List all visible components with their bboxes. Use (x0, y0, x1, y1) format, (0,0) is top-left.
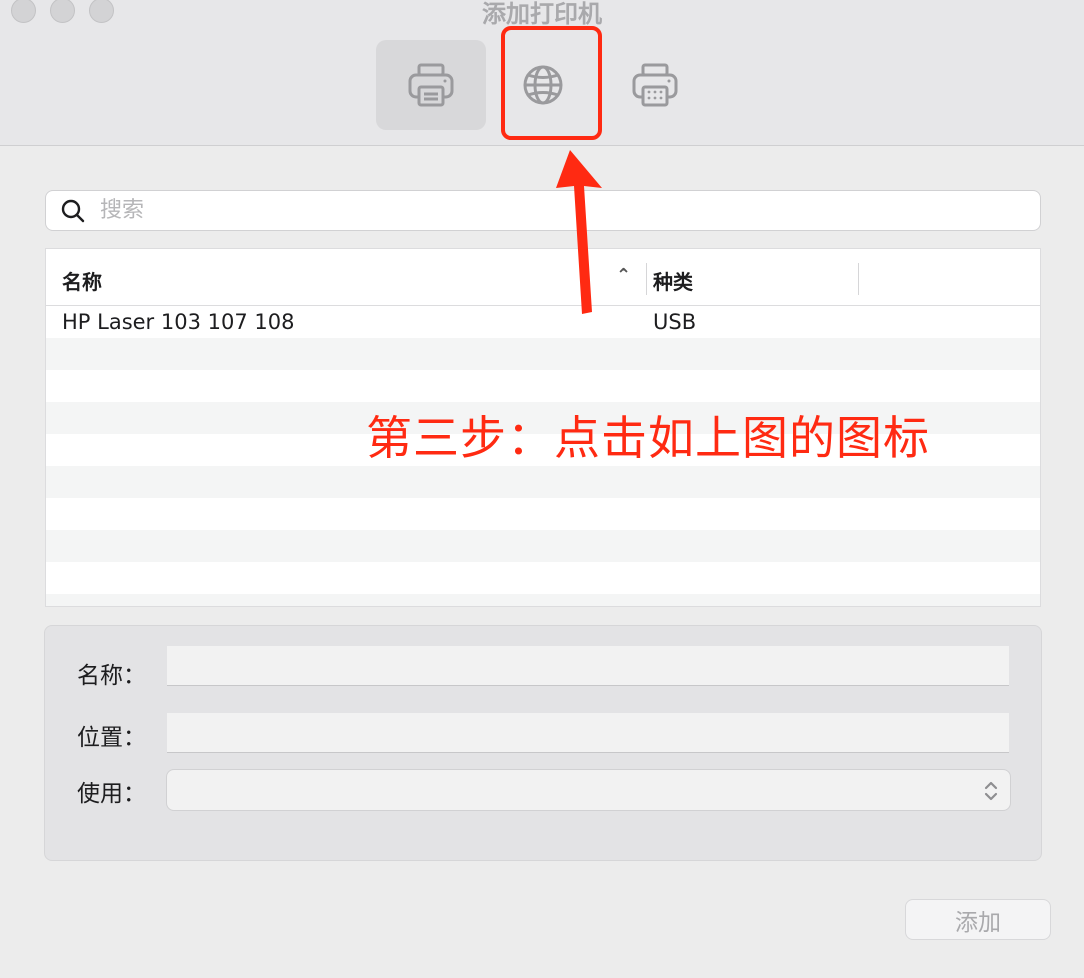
use-label: 使用： (77, 781, 146, 807)
name-label: 名称： (77, 663, 146, 689)
empty-row (46, 530, 1040, 562)
search-icon (61, 199, 85, 222)
chevron-up-down-icon (984, 781, 998, 801)
window-title: 添加打印机 (482, 0, 602, 28)
fax-printer-icon (632, 63, 678, 107)
empty-row (46, 338, 1040, 370)
driver-select[interactable] (166, 769, 1011, 811)
annotation-arrow-icon (556, 150, 602, 314)
sort-ascending-icon: ⌃ (616, 265, 632, 286)
column-header-name[interactable]: 名称 (62, 266, 102, 295)
column-header-kind[interactable]: 种类 (653, 266, 693, 295)
name-field[interactable] (167, 646, 1009, 686)
add-printer-window: 添加打印机 搜索 名称 ⌃ 种类 HP Laser 103 107 108 US… (0, 0, 1084, 978)
printer-details-panel: 名称： 位置： 使用： (44, 625, 1042, 861)
printer-icon (408, 63, 454, 107)
column-divider[interactable] (858, 263, 859, 295)
location-field[interactable] (167, 713, 1009, 753)
default-printer-tab[interactable] (376, 40, 486, 130)
annotation-text: 第三步：点击如上图的图标 (366, 411, 930, 465)
location-label: 位置： (77, 725, 146, 751)
printer-kind-cell: USB (653, 310, 697, 334)
empty-row (46, 562, 1040, 594)
empty-row (46, 498, 1040, 530)
add-button[interactable]: 添加 (905, 899, 1051, 940)
printer-name-cell: HP Laser 103 107 108 (62, 310, 295, 334)
windows-printer-tab[interactable] (600, 40, 710, 130)
empty-row (46, 466, 1040, 498)
column-divider[interactable] (646, 263, 647, 295)
empty-row (46, 594, 1040, 606)
empty-row (46, 370, 1040, 402)
annotation-highlight-box (501, 26, 602, 140)
